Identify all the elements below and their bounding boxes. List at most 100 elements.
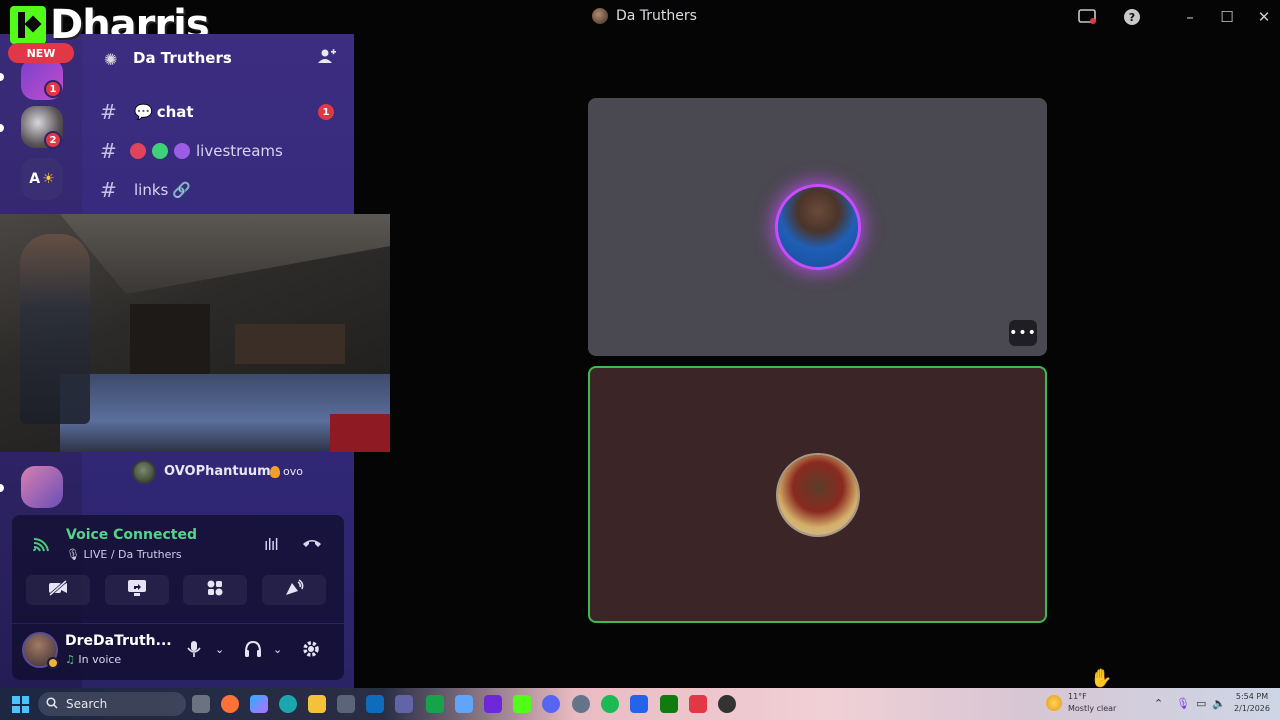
member-name: OVOPhantuums	[164, 464, 279, 479]
microphone-icon: 🎙	[66, 548, 80, 561]
text-channel-icon: #	[100, 100, 117, 124]
obs-icon[interactable]	[484, 695, 502, 713]
avatar	[132, 460, 156, 484]
windows-start-icon[interactable]	[12, 696, 29, 713]
xbox-icon[interactable]	[660, 695, 678, 713]
unread-badge: 2	[44, 131, 62, 149]
user-status-text: In voice	[78, 653, 122, 666]
notepad-icon[interactable]	[455, 695, 473, 713]
inbox-icon[interactable]	[1075, 6, 1099, 28]
more-options-icon[interactable]: •••	[1009, 320, 1037, 346]
discord-icon[interactable]	[542, 695, 560, 713]
activities-button[interactable]	[183, 575, 247, 605]
server-icon-4[interactable]	[21, 466, 63, 508]
signal-icon[interactable]	[32, 537, 50, 557]
copilot-icon[interactable]	[250, 695, 268, 713]
server-header[interactable]: ✺ Da Truthers ⌄	[82, 34, 354, 82]
channel-label: links	[134, 181, 169, 199]
taskbar-search[interactable]: Search	[38, 692, 186, 716]
chrome-icon[interactable]	[572, 695, 590, 713]
file-explorer-icon[interactable]	[308, 695, 326, 713]
channel-label: livestreams	[196, 142, 283, 160]
search-icon	[46, 696, 58, 712]
voice-channel-path-text: LIVE / Da Truthers	[83, 548, 182, 561]
help-icon[interactable]: ?	[1120, 6, 1144, 28]
server-name[interactable]: Da Truthers	[133, 49, 232, 67]
new-badge: NEW	[8, 43, 74, 63]
app-green-icon[interactable]	[426, 695, 444, 713]
headphones-icon[interactable]	[244, 640, 262, 662]
channel-links[interactable]: # links 🔗	[100, 174, 344, 206]
voice-participant-tile[interactable]	[588, 366, 1047, 623]
minimize-icon[interactable]: –	[1178, 6, 1202, 28]
red-circle-icon	[130, 143, 146, 159]
activities-icon	[206, 579, 224, 601]
volume-icon[interactable]: 🔈	[1212, 697, 1226, 710]
kick-icon[interactable]	[513, 695, 531, 713]
window-title: Da Truthers	[592, 8, 697, 24]
mic-tray-icon[interactable]: 🎙	[1176, 697, 1190, 710]
edge-icon[interactable]	[279, 695, 297, 713]
maximize-icon[interactable]: ☐	[1215, 6, 1239, 28]
text-channel-icon: #	[100, 139, 117, 163]
window-title-text: Da Truthers	[616, 8, 697, 24]
user-panel: DreDaTruth... ♫ In voice ⌄ ⌄	[12, 624, 344, 680]
voice-status-icon: ♫	[65, 653, 75, 666]
network-icon[interactable]: ▭	[1196, 697, 1206, 710]
invite-people-icon[interactable]	[318, 48, 336, 68]
task-view-icon[interactable]	[192, 695, 210, 713]
disconnect-icon[interactable]	[302, 533, 322, 554]
firefox-icon[interactable]	[221, 695, 239, 713]
channel-chat[interactable]: # 💬 chat 1	[100, 96, 344, 128]
voice-channel-path[interactable]: 🎙 LIVE / Da Truthers	[66, 548, 182, 561]
green-circle-icon	[152, 143, 168, 159]
remote-desktop-icon[interactable]	[630, 695, 648, 713]
kick-logo-icon	[10, 6, 46, 44]
server-settings-icon[interactable]: ✺	[104, 50, 122, 69]
svg-text:?: ?	[1129, 11, 1135, 24]
server-initial: A	[29, 171, 41, 187]
search-placeholder: Search	[66, 697, 108, 711]
taskbar: Search 11°F Mostly clear ⌃ 🎙 ▭ 🔈 5:54 PM…	[0, 688, 1280, 720]
chevron-down-icon[interactable]: ⌄	[273, 643, 282, 656]
webcam-person	[20, 234, 90, 424]
clock-time: 5:54 PM	[1235, 692, 1269, 701]
microphone-icon[interactable]	[187, 640, 201, 662]
user-settings-icon[interactable]	[302, 640, 320, 662]
flame-icon	[270, 465, 280, 478]
webcam-headboard	[235, 324, 345, 364]
camera-off-button[interactable]	[26, 575, 90, 605]
outlook-icon[interactable]	[366, 695, 384, 713]
channel-livestreams[interactable]: # livestreams	[100, 135, 344, 167]
chat-bubble-icon: 💬	[134, 103, 153, 121]
unread-indicator	[0, 73, 4, 81]
voice-participant-tile[interactable]: •••	[588, 98, 1047, 356]
voice-member-row[interactable]: OVOPhantuums ovo	[82, 458, 354, 488]
soundboard-button[interactable]	[262, 575, 326, 605]
recorder-icon[interactable]	[718, 695, 736, 713]
teams-icon[interactable]	[395, 695, 413, 713]
channel-label: chat	[156, 103, 194, 121]
soundboard-icon	[284, 579, 304, 601]
speaking-avatar	[777, 187, 858, 267]
chevron-down-icon[interactable]: ⌄	[222, 48, 232, 62]
voice-status-title[interactable]: Voice Connected	[66, 527, 197, 543]
moon-weather-icon	[1046, 695, 1062, 711]
chevron-up-icon[interactable]: ⌃	[1154, 697, 1163, 710]
weather-widget[interactable]: 11°F Mostly clear	[1046, 692, 1126, 716]
clock[interactable]: 5:54 PM 2/1/2026	[1232, 691, 1272, 715]
game-app-icon[interactable]	[689, 695, 707, 713]
close-icon[interactable]: ✕	[1252, 6, 1276, 28]
avatar	[777, 454, 858, 535]
share-screen-icon	[127, 579, 147, 601]
store-icon[interactable]	[337, 695, 355, 713]
noise-suppression-icon[interactable]: ılıl	[264, 535, 279, 554]
username[interactable]: DreDaTruth...	[65, 633, 172, 649]
share-screen-button[interactable]	[105, 575, 169, 605]
camera-off-icon	[48, 579, 68, 600]
spotify-icon[interactable]	[601, 695, 619, 713]
server-icon-3[interactable]: A ☀	[21, 158, 63, 200]
chevron-down-icon[interactable]: ⌄	[215, 643, 224, 656]
unread-indicator	[0, 124, 4, 132]
text-channel-icon: #	[100, 178, 117, 202]
